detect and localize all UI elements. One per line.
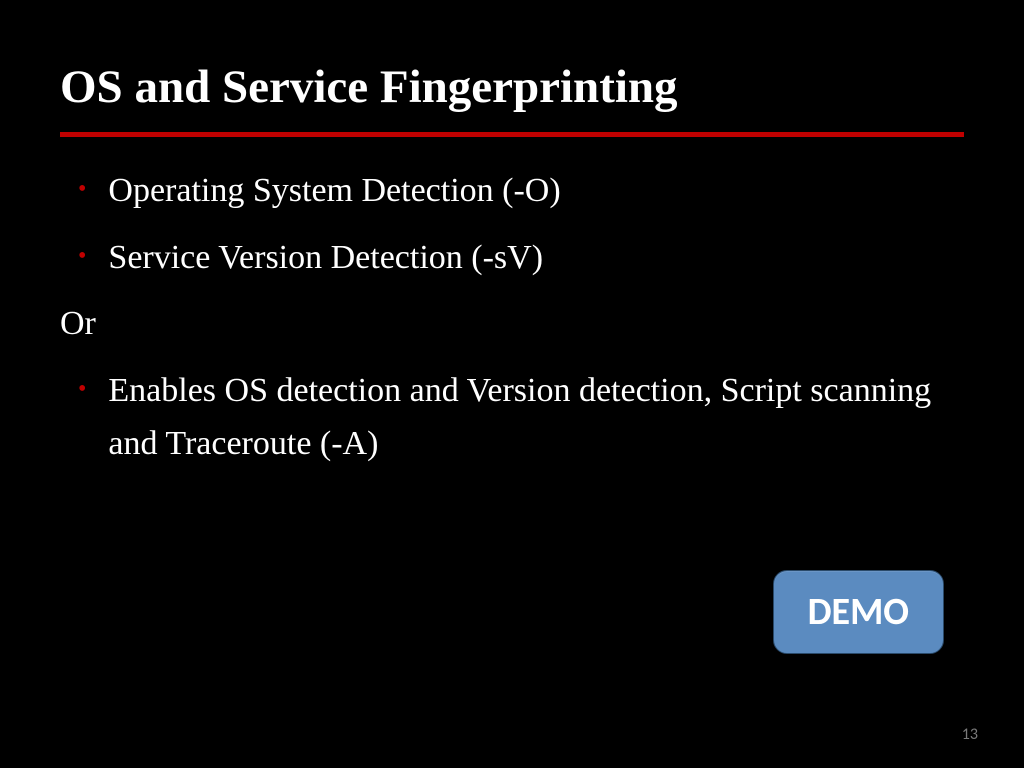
slide-title: OS and Service Fingerprinting (60, 60, 964, 114)
bullet-icon: • (78, 165, 86, 207)
page-number: 13 (962, 725, 978, 744)
bullet-item: • Operating System Detection (-O) (60, 165, 964, 218)
demo-button[interactable]: DEMO (773, 570, 944, 654)
bullet-item: • Enables OS detection and Version detec… (60, 365, 964, 470)
bullet-text: Service Version Detection (-sV) (108, 232, 964, 285)
title-underline (60, 132, 964, 137)
or-separator: Or (60, 298, 964, 351)
bullet-icon: • (78, 365, 86, 407)
slide-container: OS and Service Fingerprinting • Operatin… (0, 0, 1024, 768)
bullet-text: Enables OS detection and Version detecti… (108, 365, 964, 470)
slide-content: • Operating System Detection (-O) • Serv… (60, 165, 964, 470)
bullet-icon: • (78, 232, 86, 274)
bullet-text: Operating System Detection (-O) (108, 165, 964, 218)
bullet-item: • Service Version Detection (-sV) (60, 232, 964, 285)
